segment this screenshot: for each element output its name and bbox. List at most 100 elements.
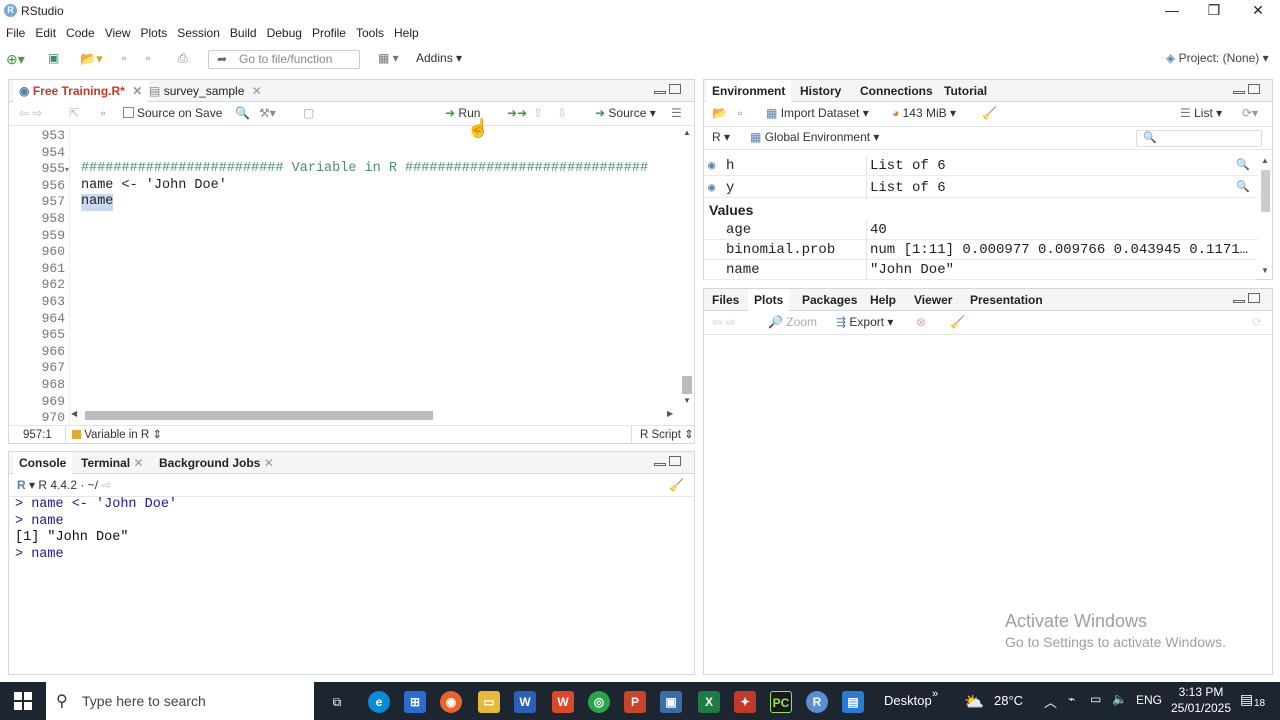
table-row[interactable]: age 40 [704,220,1258,240]
tab-survey-sample[interactable]: ▤ survey_sample ✕ [143,80,268,102]
word-icon[interactable]: W [514,691,536,713]
export-button[interactable]: ⇶ Export ▾ [836,315,893,333]
search-icon[interactable]: 🔍 [235,106,250,124]
clear-objects-icon[interactable]: 🧹 [982,106,997,124]
compile-report-icon[interactable]: ▢ [303,106,314,124]
project-menu[interactable]: ◈ Project: (None) ▾ [1166,51,1269,69]
show-in-window-icon[interactable]: ⇱ [69,106,79,124]
toolbar-expand-icon[interactable]: » [932,688,938,700]
input-language[interactable]: ENG [1136,693,1162,707]
memory-usage-button[interactable]: ◕ 143 MiB ▾ [892,106,956,124]
edge-icon[interactable]: e [368,691,390,713]
expand-icon[interactable]: ◉ [708,156,715,176]
tab-terminal[interactable]: Terminal ✕ [75,452,150,474]
wps-icon[interactable]: W [552,691,574,713]
new-project-icon[interactable]: ▣ [48,51,59,69]
grid-layout-icon[interactable]: ▦ ▾ [378,51,399,69]
addins-menu[interactable]: Addins ▾ [416,51,462,69]
print-icon[interactable]: ⎙ [178,51,188,69]
outline-icon[interactable]: ☰ [671,106,682,124]
table-row[interactable]: name "John Doe" [704,260,1258,280]
tab-background-jobs[interactable]: Background Jobs ✕ [153,452,280,474]
clock[interactable]: 3:13 PM 25/01/2025 [1170,685,1232,715]
refresh-plot-icon[interactable]: ⟳ [1252,315,1262,333]
pycharm-icon[interactable]: PC [770,691,792,713]
menu-edit[interactable]: Edit [35,26,56,40]
language-select[interactable]: R ▾ [712,130,730,148]
close-window-button[interactable]: ✕ [1236,0,1280,22]
close-tab-icon[interactable]: ✕ [264,456,274,470]
tab-files[interactable]: Files [706,289,745,311]
tab-connections[interactable]: Connections [854,80,939,102]
code-tools-icon[interactable]: ⚒▾ [259,106,276,124]
view-data-icon[interactable]: 🔍 [1236,178,1250,198]
editor-vertical-scrollbar[interactable]: ▲ ▼ [680,128,694,408]
console-output[interactable]: > name <- 'John Doe' > name [1] "John Do… [15,497,177,563]
save-icon[interactable]: ▫ [122,51,126,69]
tab-environment[interactable]: Environment [706,80,792,102]
powerpoint-icon[interactable]: P [624,691,646,713]
source-button[interactable]: ➜ Source ▾ [595,106,656,124]
windows-start-icon[interactable] [14,692,32,710]
view-mode-select[interactable]: ☰ List ▾ [1180,106,1222,124]
new-file-icon[interactable]: ⊕▾ [6,51,25,69]
excel-icon[interactable]: X [698,691,720,713]
battery-icon[interactable]: ▭ [1090,692,1101,706]
network-icon[interactable]: ⌁ [1068,692,1075,706]
menu-view[interactable]: View [105,26,131,40]
rstudio-taskbar-icon[interactable]: R [806,691,828,713]
fold-arrow-icon[interactable]: ▾ [65,162,69,179]
minimize-window-button[interactable]: — [1150,0,1194,22]
menu-build[interactable]: Build [230,26,257,40]
store-icon[interactable]: ⊞ [404,691,426,713]
source-on-save-checkbox[interactable]: Source on Save [123,106,222,124]
environment-minmax[interactable] [1230,84,1262,98]
weather-temperature[interactable]: 28°C [994,693,1023,708]
weather-icon[interactable]: ⛅ [964,692,984,712]
code-area[interactable]: 953 954 955 956 957 958 959 960 961 962 … [9,128,678,426]
open-file-icon[interactable]: 📂▾ [80,51,103,69]
chrome-icon[interactable]: ◎ [588,691,610,713]
restore-window-button[interactable]: ❐ [1192,0,1236,22]
close-tab-icon[interactable]: ✕ [133,456,143,470]
menu-profile[interactable]: Profile [312,26,346,40]
menu-help[interactable]: Help [394,26,419,40]
menu-code[interactable]: Code [66,26,95,40]
view-data-icon[interactable]: 🔍 [1236,156,1250,176]
save-file-icon[interactable]: ▫ [101,106,105,124]
tab-viewer[interactable]: Viewer [908,289,958,311]
table-row[interactable]: ◉ h List of 6 🔍 [704,156,1258,176]
editor-horizontal-scrollbar[interactable]: ◀ ▶ [71,409,677,421]
notification-icon[interactable]: ▤ [1240,691,1253,708]
clear-console-icon[interactable]: 🧹 [669,478,684,492]
remove-plot-icon[interactable]: ⊗ [916,315,926,333]
tab-help[interactable]: Help [864,289,902,311]
plot-back-icon[interactable]: ⇦ ⇨ [712,315,735,333]
tray-expand-icon[interactable]: ︿ [1044,692,1057,711]
environment-scrollbar[interactable]: ▲ ▼ [1259,156,1272,276]
remote-desktop-icon[interactable]: ▣ [660,691,682,713]
tab-plots[interactable]: Plots [748,289,790,311]
back-icon[interactable]: ⇦ ⇨ [19,106,42,124]
clear-plots-icon[interactable]: 🧹 [950,315,965,333]
tab-tutorial[interactable]: Tutorial [938,80,993,102]
section-navigator[interactable]: Variable in R ⇕ [65,426,162,444]
zoom-button[interactable]: 🔎 Zoom [768,315,817,333]
refresh-icon[interactable]: ⟳▾ [1242,106,1258,124]
taskbar-search-box[interactable]: ⚲ Type here to search [46,682,314,720]
environment-search-input[interactable]: 🔍 [1136,130,1262,147]
tab-history[interactable]: History [794,80,847,102]
save-all-icon[interactable]: ▫ [146,51,150,69]
tab-free-training[interactable]: ◉ Free Training.R* ✕ [13,80,149,102]
menu-file[interactable]: File [6,26,25,40]
load-workspace-icon[interactable]: 📂 [712,106,727,124]
editor-minmax[interactable] [651,84,683,98]
go-to-file-input[interactable]: ➦ Go to file/function [208,50,360,69]
desktop-toolbar[interactable]: Desktop [884,693,932,708]
outlook-icon[interactable]: ▤ [842,691,864,713]
app-icon[interactable]: ✦ [734,691,756,713]
table-row[interactable]: binomial.prob num [1:11] 0.000977 0.0097… [704,240,1258,260]
close-tab-icon[interactable]: ✕ [132,84,142,98]
menu-tools[interactable]: Tools [356,26,384,40]
file-explorer-icon[interactable]: ▭ [478,691,500,713]
